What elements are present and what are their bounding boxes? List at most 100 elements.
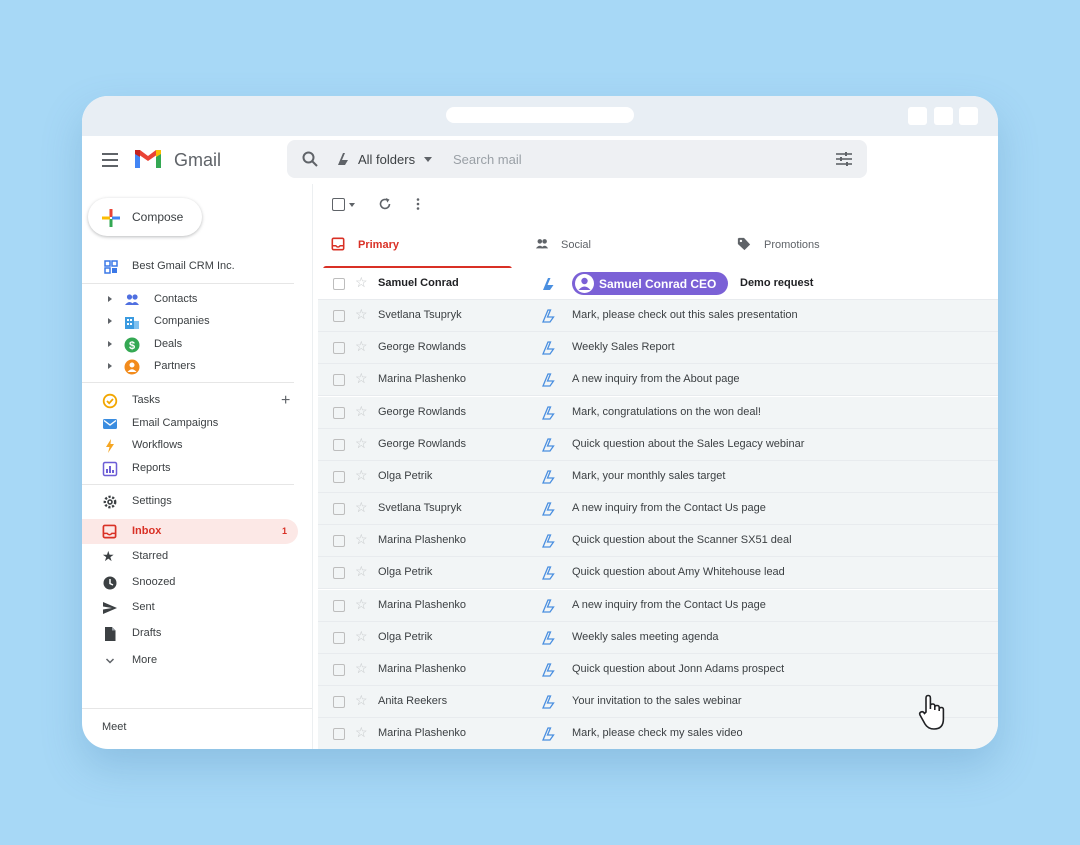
crm-contact-icon[interactable] bbox=[540, 693, 556, 711]
crm-contact-icon[interactable] bbox=[540, 275, 556, 293]
crm-contact-icon[interactable] bbox=[540, 339, 556, 357]
hamburger-menu-icon[interactable] bbox=[102, 153, 118, 167]
tab-promotions[interactable]: Promotions bbox=[737, 234, 917, 268]
sidebar-item-settings[interactable]: Settings bbox=[82, 491, 298, 513]
row-checkbox[interactable] bbox=[333, 342, 345, 355]
row-checkbox[interactable] bbox=[333, 438, 345, 451]
crm-contact-icon[interactable] bbox=[540, 532, 556, 550]
email-row[interactable]: ☆ George Rowlands Weekly Sales Report bbox=[318, 332, 998, 365]
crm-title[interactable]: Best Gmail CRM Inc. bbox=[132, 260, 235, 272]
tab-primary[interactable]: Primary bbox=[331, 234, 511, 268]
sidebar-item-partners[interactable]: Partners bbox=[82, 356, 298, 378]
email-row[interactable]: ☆ Marina Plashenko Mark, please check my s… bbox=[318, 718, 998, 749]
sidebar-item-drafts[interactable]: Drafts bbox=[82, 623, 298, 645]
sidebar-item-starred[interactable]: ★ Starred bbox=[82, 546, 298, 568]
sidebar-item-deals[interactable]: $ Deals bbox=[82, 334, 298, 356]
star-outline-icon[interactable]: ☆ bbox=[355, 338, 368, 355]
filter-options-icon[interactable] bbox=[835, 151, 853, 167]
sidebar-item-inbox[interactable]: Inbox 1 bbox=[82, 519, 298, 544]
row-checkbox[interactable] bbox=[333, 310, 345, 323]
email-row[interactable]: ☆ Marina Plashenko A new inquiry from the … bbox=[318, 364, 998, 397]
star-outline-icon[interactable]: ☆ bbox=[355, 403, 368, 420]
row-checkbox[interactable] bbox=[333, 503, 345, 516]
compose-button[interactable]: Compose bbox=[88, 198, 202, 236]
sidebar-item-email-campaigns[interactable]: Email Campaigns bbox=[82, 413, 298, 435]
row-checkbox[interactable] bbox=[333, 406, 345, 419]
crm-contact-icon[interactable] bbox=[540, 725, 556, 743]
sidebar-item-tasks[interactable]: Tasks bbox=[82, 390, 298, 412]
crm-contact-icon[interactable] bbox=[540, 468, 556, 486]
window-button[interactable] bbox=[959, 107, 978, 125]
chevron-down-icon[interactable] bbox=[424, 157, 432, 162]
caret-right-icon[interactable] bbox=[108, 296, 112, 302]
row-checkbox[interactable] bbox=[333, 278, 345, 290]
gmail-logo-icon[interactable] bbox=[133, 148, 163, 175]
sidebar-item-contacts[interactable]: Contacts bbox=[82, 289, 298, 311]
crm-contact-icon[interactable] bbox=[540, 597, 556, 615]
crm-contact-icon[interactable] bbox=[540, 564, 556, 582]
star-outline-icon[interactable]: ☆ bbox=[355, 370, 368, 387]
star-outline-icon[interactable]: ☆ bbox=[355, 435, 368, 452]
address-bar[interactable] bbox=[446, 107, 634, 123]
email-row[interactable]: ☆ Svetlana Tsupryk A new inquiry from the … bbox=[318, 493, 998, 526]
sidebar-item-snoozed[interactable]: Snoozed bbox=[82, 572, 298, 594]
crm-contact-icon[interactable] bbox=[540, 629, 556, 647]
email-row[interactable]: ☆ Olga Petrik Weekly sales meeting agenda bbox=[318, 621, 998, 654]
row-checkbox[interactable] bbox=[333, 470, 345, 483]
sidebar-item-reports[interactable]: Reports bbox=[82, 458, 298, 480]
row-checkbox[interactable] bbox=[333, 631, 345, 644]
star-outline-icon[interactable]: ☆ bbox=[355, 306, 368, 323]
sidebar-item-sent[interactable]: Sent bbox=[82, 597, 298, 619]
star-outline-icon[interactable]: ☆ bbox=[355, 274, 368, 291]
row-checkbox[interactable] bbox=[333, 535, 345, 548]
email-row[interactable]: ☆ Svetlana Tsupryk Mark, please check out … bbox=[318, 300, 998, 333]
window-button[interactable] bbox=[934, 107, 953, 125]
folder-select[interactable]: All folders bbox=[358, 152, 415, 167]
search-input[interactable] bbox=[453, 150, 813, 168]
row-checkbox[interactable] bbox=[333, 567, 345, 580]
star-outline-icon[interactable]: ☆ bbox=[355, 467, 368, 484]
select-menu-chevron-icon[interactable] bbox=[349, 203, 355, 207]
star-outline-icon[interactable]: ☆ bbox=[355, 531, 368, 548]
email-row[interactable]: ☆ Marina Plashenko Quick question about th… bbox=[318, 525, 998, 558]
row-checkbox[interactable] bbox=[333, 728, 345, 741]
row-checkbox[interactable] bbox=[333, 374, 345, 387]
sidebar-item-companies[interactable]: Companies bbox=[82, 311, 298, 333]
row-checkbox[interactable] bbox=[333, 663, 345, 676]
caret-right-icon[interactable] bbox=[108, 318, 112, 324]
crm-contact-icon[interactable] bbox=[540, 371, 556, 389]
caret-right-icon[interactable] bbox=[108, 363, 112, 369]
contact-chip[interactable]: Samuel Conrad CEO bbox=[572, 272, 728, 295]
star-outline-icon[interactable]: ☆ bbox=[355, 628, 368, 645]
email-row[interactable]: ☆ Marina Plashenko Quick question about Jo… bbox=[318, 653, 998, 686]
sidebar-item-more[interactable]: More bbox=[82, 650, 298, 672]
email-row[interactable]: ☆ Olga Petrik Quick question about Amy Whi… bbox=[318, 557, 998, 590]
star-outline-icon[interactable]: ☆ bbox=[355, 724, 368, 741]
meet-section-title[interactable]: Meet bbox=[102, 721, 126, 733]
email-row[interactable]: ☆ George Rowlands Mark, congratulations on… bbox=[318, 396, 998, 429]
crm-contact-icon[interactable] bbox=[540, 436, 556, 454]
crm-contact-icon[interactable] bbox=[540, 661, 556, 679]
star-outline-icon[interactable]: ☆ bbox=[355, 499, 368, 516]
select-all-checkbox[interactable] bbox=[332, 198, 345, 211]
star-outline-icon[interactable]: ☆ bbox=[355, 563, 368, 580]
crm-contact-icon[interactable] bbox=[540, 404, 556, 422]
add-task-icon[interactable]: + bbox=[281, 392, 290, 410]
row-checkbox[interactable] bbox=[333, 599, 345, 612]
star-outline-icon[interactable]: ☆ bbox=[355, 660, 368, 677]
email-row[interactable]: ☆ Anita Reekers Your invitation to the sal… bbox=[318, 685, 998, 718]
star-outline-icon[interactable]: ☆ bbox=[355, 596, 368, 613]
search-bar[interactable]: All folders bbox=[287, 140, 867, 178]
email-row[interactable]: ☆ George Rowlands Quick question about the… bbox=[318, 428, 998, 461]
crm-contact-icon[interactable] bbox=[540, 307, 556, 325]
sidebar-item-workflows[interactable]: Workflows bbox=[82, 435, 298, 457]
star-outline-icon[interactable]: ☆ bbox=[355, 692, 368, 709]
window-button[interactable] bbox=[908, 107, 927, 125]
search-icon[interactable] bbox=[301, 150, 319, 168]
email-row[interactable]: ☆ Marina Plashenko A new inquiry from the … bbox=[318, 589, 998, 622]
more-vert-icon[interactable] bbox=[416, 197, 420, 211]
row-checkbox[interactable] bbox=[333, 695, 345, 708]
email-row[interactable]: ☆ Samuel Conrad Samuel Conrad CEO Demo requ… bbox=[318, 268, 998, 300]
refresh-icon[interactable] bbox=[378, 197, 392, 211]
caret-right-icon[interactable] bbox=[108, 341, 112, 347]
